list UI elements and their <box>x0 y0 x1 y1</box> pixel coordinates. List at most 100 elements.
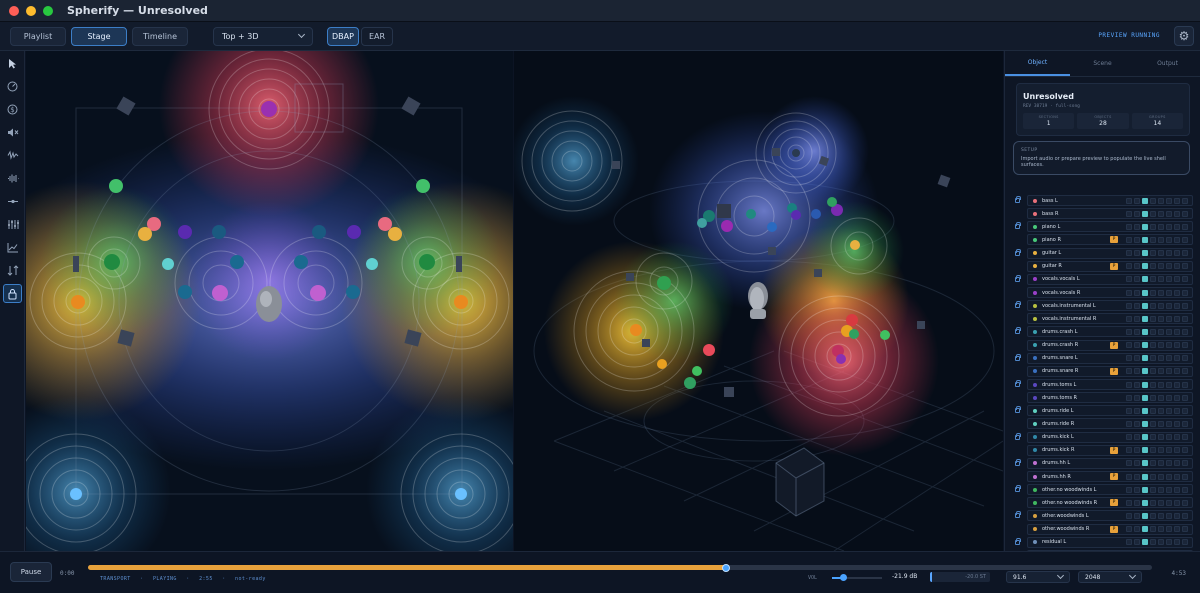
track-toggle[interactable] <box>1158 486 1164 493</box>
track-toggle[interactable] <box>1166 315 1172 322</box>
zoom-window-button[interactable] <box>43 5 53 16</box>
track-toggle[interactable] <box>1166 473 1172 480</box>
track-badge[interactable]: P <box>1110 499 1118 507</box>
track-toggle[interactable] <box>1182 315 1188 322</box>
track-toggle[interactable] <box>1150 420 1156 427</box>
mixer-tool[interactable] <box>3 215 22 234</box>
spread-tool[interactable] <box>3 192 22 211</box>
track-badge[interactable]: P <box>1110 473 1118 481</box>
track-toggle[interactable] <box>1158 539 1164 546</box>
track-toggle[interactable] <box>1166 276 1172 283</box>
track-row[interactable]: drums.crash L <box>1005 325 1200 338</box>
lock-icon[interactable] <box>1015 274 1021 282</box>
track-row[interactable]: drums.toms R <box>1005 391 1200 404</box>
track-toggle[interactable] <box>1158 328 1164 335</box>
track-row[interactable]: piano R P <box>1005 233 1200 246</box>
track-toggle[interactable] <box>1134 263 1140 270</box>
track-toggle[interactable] <box>1158 434 1164 441</box>
track-toggle[interactable] <box>1182 539 1188 546</box>
track-toggle[interactable] <box>1158 447 1164 454</box>
track-toggle[interactable] <box>1166 236 1172 243</box>
track-toggle[interactable] <box>1126 302 1132 309</box>
track-row[interactable]: drums.hh R P <box>1005 470 1200 483</box>
track-toggle[interactable] <box>1166 250 1172 257</box>
track-toggle[interactable] <box>1174 236 1180 243</box>
track-toggle[interactable] <box>1166 460 1172 467</box>
track-toggle[interactable] <box>1134 250 1140 257</box>
lock-icon[interactable] <box>1015 196 1021 204</box>
track-toggle[interactable] <box>1142 315 1148 322</box>
track-toggle[interactable] <box>1182 342 1188 349</box>
pause-button[interactable]: Pause <box>10 562 52 582</box>
track-toggle[interactable] <box>1134 499 1140 506</box>
track-toggle[interactable] <box>1126 342 1132 349</box>
track-toggle[interactable] <box>1174 394 1180 401</box>
track-toggle[interactable] <box>1158 250 1164 257</box>
track-toggle[interactable] <box>1166 394 1172 401</box>
track-toggle[interactable] <box>1158 473 1164 480</box>
track-item[interactable]: drums.kick L <box>1027 431 1193 443</box>
buffer-dropdown[interactable]: 2048 <box>1078 571 1142 583</box>
track-item[interactable]: residual L <box>1027 536 1193 548</box>
track-toggle[interactable] <box>1134 342 1140 349</box>
track-toggle[interactable] <box>1134 394 1140 401</box>
track-toggle[interactable] <box>1158 355 1164 362</box>
track-toggle[interactable] <box>1134 447 1140 454</box>
mute-tool[interactable] <box>3 123 22 142</box>
track-toggle[interactable] <box>1158 263 1164 270</box>
track-toggle[interactable] <box>1166 381 1172 388</box>
track-toggle[interactable] <box>1174 447 1180 454</box>
track-toggle[interactable] <box>1174 486 1180 493</box>
track-toggle[interactable] <box>1150 263 1156 270</box>
timeline-playhead[interactable] <box>722 563 731 572</box>
track-toggle[interactable] <box>1150 526 1156 533</box>
track-toggle[interactable] <box>1126 197 1132 204</box>
track-badge[interactable]: P <box>1110 236 1118 244</box>
track-toggle[interactable] <box>1150 210 1156 217</box>
track-toggle[interactable] <box>1166 289 1172 296</box>
lock-icon[interactable] <box>1015 458 1021 466</box>
track-row[interactable]: vocals.instrumental L <box>1005 299 1200 312</box>
track-toggle[interactable] <box>1134 486 1140 493</box>
track-toggle[interactable] <box>1134 276 1140 283</box>
track-toggle[interactable] <box>1166 434 1172 441</box>
track-toggle[interactable] <box>1142 263 1148 270</box>
track-toggle[interactable] <box>1134 289 1140 296</box>
view-timeline-tab[interactable]: Timeline <box>132 26 188 46</box>
track-toggle[interactable] <box>1126 460 1132 467</box>
track-toggle[interactable] <box>1166 447 1172 454</box>
track-toggle[interactable] <box>1174 197 1180 204</box>
track-toggle[interactable] <box>1150 368 1156 375</box>
track-toggle[interactable] <box>1134 368 1140 375</box>
track-toggle[interactable] <box>1142 526 1148 533</box>
track-item[interactable]: drums.crash L <box>1027 326 1193 338</box>
track-item[interactable]: piano L <box>1027 221 1193 233</box>
track-toggle[interactable] <box>1158 342 1164 349</box>
track-toggle[interactable] <box>1126 526 1132 533</box>
lock-icon[interactable] <box>1015 301 1021 309</box>
track-toggle[interactable] <box>1174 223 1180 230</box>
track-item[interactable]: piano R P <box>1027 234 1193 246</box>
track-item[interactable]: vocals.vocals R <box>1027 287 1193 299</box>
track-toggle[interactable] <box>1174 355 1180 362</box>
track-toggle[interactable] <box>1126 447 1132 454</box>
track-toggle[interactable] <box>1166 407 1172 414</box>
volume-slider[interactable] <box>832 574 882 581</box>
track-toggle[interactable] <box>1182 250 1188 257</box>
track-toggle[interactable] <box>1142 420 1148 427</box>
track-toggle[interactable] <box>1166 420 1172 427</box>
tab-object[interactable]: Object <box>1005 51 1070 76</box>
track-toggle[interactable] <box>1126 368 1132 375</box>
track-toggle[interactable] <box>1158 236 1164 243</box>
top-view-viewport[interactable] <box>26 51 513 551</box>
track-toggle[interactable] <box>1142 342 1148 349</box>
track-toggle[interactable] <box>1142 512 1148 519</box>
track-row[interactable]: drums.kick R P <box>1005 444 1200 457</box>
track-toggle[interactable] <box>1150 328 1156 335</box>
track-row[interactable]: other.woodwinds L <box>1005 509 1200 522</box>
track-toggle[interactable] <box>1174 381 1180 388</box>
track-toggle[interactable] <box>1126 420 1132 427</box>
track-toggle[interactable] <box>1158 499 1164 506</box>
track-item[interactable]: drums.crash R P <box>1027 339 1193 351</box>
track-toggle[interactable] <box>1166 368 1172 375</box>
